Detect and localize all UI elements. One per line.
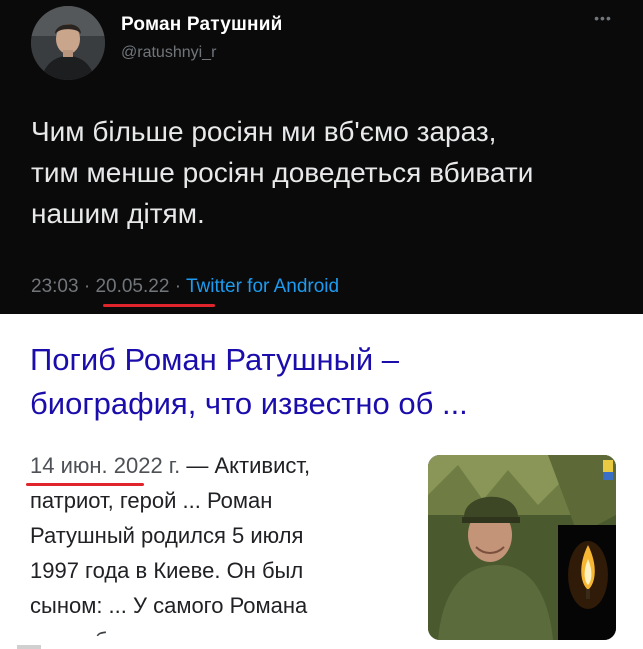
display-name[interactable]: Роман Ратушний — [121, 14, 283, 36]
snippet-line: 1997 года в Киеве. Он был — [30, 558, 304, 583]
snippet-text: — Активист, — [180, 453, 311, 478]
tweet-source-link[interactable]: Twitter for Android — [186, 276, 339, 297]
snippet-line: Ратушный родился 5 июля — [30, 523, 304, 548]
user-handle[interactable]: @ratushnyi_r — [121, 44, 216, 62]
snippet-line: сыном: ... У самого Романа — [30, 593, 308, 618]
tweet-meta: 23:03 · 20.05.22 · Twitter for Android — [31, 276, 339, 298]
tweet-text: Чим більше росіян ми вб'ємо зараз, тим м… — [31, 111, 631, 234]
snippet-line-cut: также был ... — [30, 623, 410, 636]
meta-separator: · — [83, 276, 91, 297]
tweet-date[interactable]: 20.05.22 — [95, 276, 169, 297]
result-title-line[interactable]: Погиб Роман Ратушный – — [30, 338, 630, 382]
result-title-link[interactable]: Погиб Роман Ратушный – биография, что из… — [30, 338, 630, 426]
tweet-text-line: нашим дітям. — [31, 198, 205, 229]
result-thumbnail[interactable] — [428, 455, 616, 640]
snippet-line: 14 июн. 2022 г. — Активист, — [30, 448, 410, 483]
tweet-text-line: тим менше росіян доведеться вбивати — [31, 157, 534, 188]
search-result: Погиб Роман Ратушный – биография, что из… — [0, 314, 643, 649]
avatar[interactable] — [31, 6, 105, 80]
result-title-line[interactable]: биография, что известно об ... — [30, 382, 630, 426]
result-date: 14 июн. 2022 г. — [30, 453, 181, 478]
tweet-text-line: Чим більше росіян ми вб'ємо зараз, — [31, 116, 497, 147]
tweet-time[interactable]: 23:03 — [31, 276, 79, 297]
date-highlight-underline — [26, 483, 144, 486]
tweet-card: Роман Ратушний @ratushnyi_r ••• Чим біль… — [0, 0, 643, 314]
meta-separator: · — [174, 276, 182, 297]
date-highlight-underline — [103, 304, 215, 307]
result-snippet: 14 июн. 2022 г. — Активист, патриот, гер… — [30, 448, 410, 636]
snippet-line: патриот, герой ... Роман — [30, 488, 273, 513]
corner-artifact — [17, 645, 41, 649]
ellipsis-icon[interactable]: ••• — [590, 10, 616, 28]
